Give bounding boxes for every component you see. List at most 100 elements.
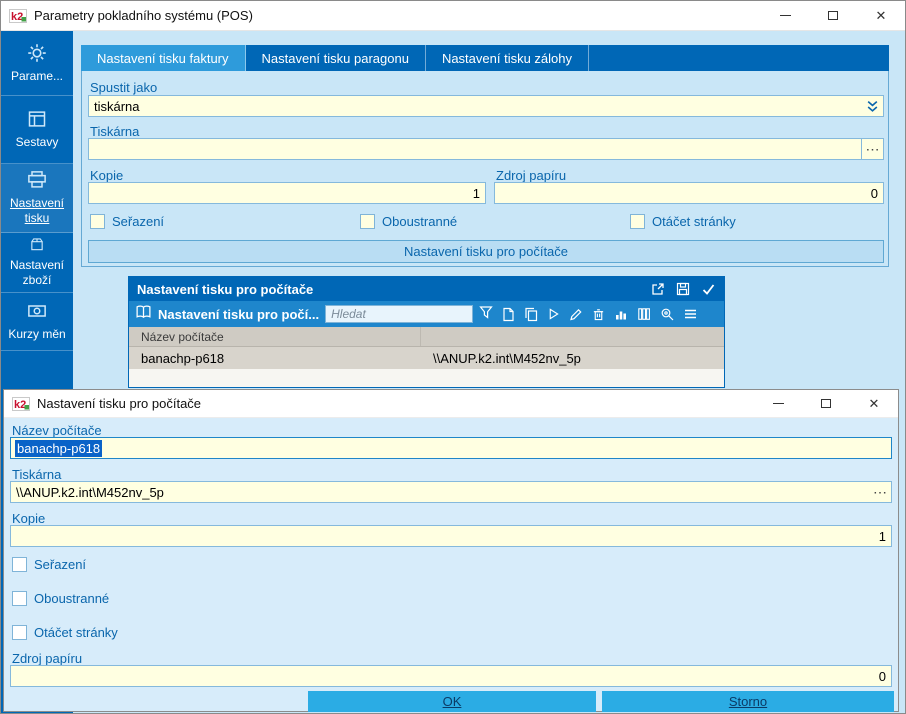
dialog-close-button[interactable]: ✕ (850, 390, 898, 417)
printer-path-cell: \\ANUP.k2.int\M452nv_5p (433, 350, 581, 366)
tab-tisk-paragonu[interactable]: Nastavení tisku paragonu (246, 45, 426, 71)
panel-toolbar: Nastavení tisku pro počí... (129, 301, 724, 327)
app-icon: k2 (9, 8, 27, 23)
detach-window-icon[interactable] (651, 282, 665, 296)
panel-header: Nastavení tisku pro počítače (129, 277, 724, 301)
computer-name-field[interactable]: banachp-p618 (10, 437, 892, 459)
edit-pencil-icon[interactable] (569, 307, 583, 321)
reports-icon (28, 111, 46, 127)
computers-settings-button[interactable]: Nastavení tisku pro počítače (88, 240, 884, 263)
browse-ellipsis-button[interactable]: ⋯ (869, 482, 891, 502)
browse-ellipsis-button[interactable]: ⋯ (861, 139, 883, 159)
columns-icon[interactable] (637, 307, 651, 321)
filter-icon[interactable] (479, 305, 493, 324)
minimize-icon (772, 403, 784, 404)
dialog-checkbox-oboustranne[interactable]: Oboustranné (12, 591, 109, 606)
tab-tisk-zalohy[interactable]: Nastavení tisku zálohy (426, 45, 590, 71)
dialog-maximize-button[interactable] (802, 390, 850, 417)
checkbox-oboustranne[interactable]: Oboustranné (360, 214, 457, 229)
dialog-minimize-button[interactable] (754, 390, 802, 417)
copies-field (88, 182, 486, 204)
run-icon[interactable] (547, 307, 560, 321)
copies-label: Kopie (90, 168, 124, 183)
close-icon: ✕ (875, 8, 887, 23)
search-input[interactable] (325, 305, 474, 323)
titlebar: k2 Parametry pokladního systému (POS) ✕ (1, 1, 905, 31)
table-row[interactable]: banachp-p618 \\ANUP.k2.int\M452nv_5p (129, 347, 724, 369)
svg-text:k2: k2 (11, 11, 23, 23)
dropdown-icon[interactable] (861, 96, 883, 116)
dialog-printer-field: ⋯ (10, 481, 892, 503)
svg-text:k2: k2 (14, 399, 26, 411)
sidebar-item-parametry[interactable]: Parame... (1, 31, 73, 96)
selected-text: banachp-p618 (15, 439, 103, 457)
copies-input[interactable] (89, 183, 485, 203)
minimize-icon (779, 15, 791, 16)
run-as-input[interactable] (89, 96, 861, 116)
sidebar-item-nastaveni-tisku[interactable]: Nastavení tisku (1, 164, 73, 233)
sidebar-item-label: Parame... (10, 68, 64, 83)
dialog-app-icon: k2 (12, 396, 30, 411)
tab-label: Nastavení tisku paragonu (261, 50, 409, 66)
checkbox-label: Seřazení (34, 557, 87, 572)
printer-input[interactable] (89, 139, 861, 159)
book-icon (135, 304, 152, 324)
checkbox-otacet-stranky[interactable]: Otáčet stránky (630, 214, 736, 229)
paper-source-label: Zdroj papíru (496, 168, 567, 183)
toolbar-icons (501, 307, 698, 322)
dialog-titlebar: k2 Nastavení tisku pro počítače ✕ (4, 390, 898, 418)
checkbox-label: Oboustranné (382, 214, 458, 229)
toolbar-title: Nastavení tisku pro počí... (158, 306, 320, 322)
column-header-computer: Název počítače (129, 327, 421, 346)
storno-button[interactable]: Storno (602, 691, 894, 712)
checkbox-label: Oboustranné (34, 591, 110, 606)
ok-button[interactable]: OK (308, 691, 596, 712)
copy-record-icon[interactable] (524, 307, 538, 322)
menu-icon[interactable] (683, 307, 698, 321)
sidebar-item-label: Nastavení tisku (9, 196, 65, 225)
goods-box-icon (31, 238, 43, 251)
tab-tisk-faktury[interactable]: Nastavení tisku faktury (81, 45, 246, 71)
checkbox-box (90, 214, 105, 229)
sidebar-item-nastaveni-zbozi[interactable]: Nastavení zboží (1, 233, 73, 293)
paper-source-input[interactable] (495, 183, 883, 203)
dialog-copies-label: Kopie (12, 511, 46, 526)
minimize-button[interactable] (761, 1, 809, 30)
dialog-copies-field (10, 525, 892, 547)
tab-label: Nastavení tisku faktury (97, 50, 229, 66)
sidebar-item-sestavy[interactable]: Sestavy (1, 96, 73, 164)
computer-print-dialog: k2 Nastavení tisku pro počítače ✕ Název … (3, 389, 899, 712)
checkbox-label: Otáčet stránky (652, 214, 736, 229)
checkbox-box (12, 625, 27, 640)
tab-label: Nastavení tisku zálohy (441, 50, 573, 66)
dialog-paper-source-input[interactable] (11, 666, 891, 686)
chart-icon[interactable] (614, 307, 628, 321)
printer-field: ⋯ (88, 138, 884, 160)
maximize-icon (821, 399, 831, 408)
new-record-icon[interactable] (501, 307, 515, 322)
checkbox-serazeni[interactable]: Seřazení (90, 214, 164, 229)
zoom-settings-icon[interactable] (660, 307, 674, 321)
dialog-checkbox-otacet-stranky[interactable]: Otáčet stránky (12, 625, 118, 640)
sidebar-item-label: Sestavy (15, 135, 59, 149)
paper-source-field (494, 182, 884, 204)
checkbox-box (630, 214, 645, 229)
printer-icon (28, 171, 46, 188)
delete-trash-icon[interactable] (592, 307, 605, 322)
maximize-button[interactable] (809, 1, 857, 30)
confirm-check-icon[interactable] (701, 282, 716, 296)
close-button[interactable]: ✕ (857, 1, 905, 30)
checkbox-box (12, 591, 27, 606)
sidebar-item-kurzy-men[interactable]: Kurzy měn (1, 293, 73, 351)
checkbox-box (360, 214, 375, 229)
window-controls: ✕ (761, 1, 905, 30)
computer-name-cell: banachp-p618 (141, 350, 225, 366)
dialog-copies-input[interactable] (11, 526, 891, 546)
dialog-paper-source-label: Zdroj papíru (12, 651, 83, 666)
dialog-printer-input[interactable] (11, 482, 869, 502)
maximize-icon (828, 11, 838, 20)
dialog-checkbox-serazeni[interactable]: Seřazení (12, 557, 86, 572)
save-icon[interactable] (676, 282, 690, 296)
dialog-window-controls: ✕ (754, 390, 898, 417)
printer-label: Tiskárna (90, 124, 140, 139)
